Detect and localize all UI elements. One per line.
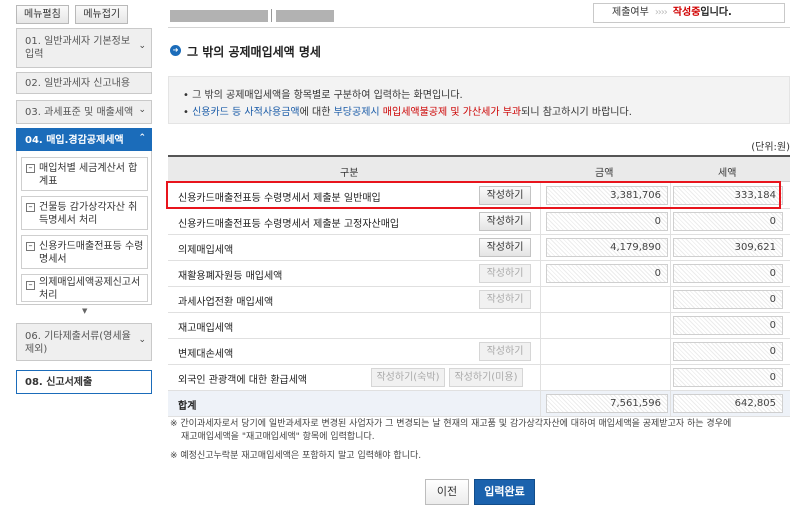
arrows-icon: ›››› — [654, 7, 668, 18]
minus-icon: – — [26, 281, 35, 290]
unit-label: (단위:원) — [751, 142, 790, 153]
sidebar-step-03[interactable]: 03. 과세표준 및 매출세액 ⌄ — [16, 100, 152, 124]
table-row: 신용카드매출전표등 수령명세서 제출분 고정자산매입 작성하기 0 0 — [168, 209, 790, 235]
sidebar-subitem-purchase-tax-invoice[interactable]: – 매입처별 세금계산서 합계표 — [21, 157, 148, 191]
footnote-1a: ※ 간이과세자로서 당기에 일반과세자로 변경된 사업자가 그 변경되는 날 현… — [170, 419, 732, 429]
deduction-table: 구분 금액 세액 신용카드매출전표등 수령명세서 제출분 일반매입 작성하기 3… — [168, 155, 790, 417]
page-title: 그 밖의 공제매입세액 명세 — [187, 45, 321, 59]
status-state: 작성중 — [672, 7, 701, 18]
column-divider — [670, 183, 671, 417]
sidebar-subitem-label: 의제매입세액공제신고서 처리 — [39, 277, 141, 301]
amount-field: 7,561,596 — [546, 394, 668, 413]
triangle-down-icon: ▼ — [82, 307, 88, 315]
table-row: 과세사업전환 매입세액 작성하기 0 — [168, 287, 790, 313]
footnote-2: ※ 예정신고누락분 재고매입세액은 포함하지 말고 입력해야 합니다. — [170, 451, 422, 461]
sidebar: 메뉴펼침 메뉴접기 01. 일반과세자 기본정보 입력 ⌄ 02. 일반과세자 … — [0, 0, 160, 530]
redacted-block — [170, 10, 268, 22]
write-beauty-button[interactable]: 작성하기(미용) — [449, 368, 523, 387]
notice-line-1: • 그 밖의 공제매입세액을 항목별로 구분하여 입력하는 화면입니다. — [183, 90, 463, 101]
sidebar-step-06[interactable]: 06. 기타제출서류(영세율 제외) ⌄ — [16, 323, 152, 361]
amount-field: 0 — [546, 212, 668, 231]
table-header: 구분 금액 세액 — [168, 157, 790, 182]
sidebar-subitem-credit-card[interactable]: – 신용카드매출전표등 수령명세서 — [21, 235, 148, 269]
sidebar-subitem-depreciable-assets[interactable]: – 건물등 감가상각자산 취득명세서 처리 — [21, 196, 148, 230]
header-amount: 금액 — [595, 168, 614, 179]
redacted-block — [276, 10, 334, 22]
sidebar-step-label: 01. 일반과세자 기본정보 입력 — [25, 36, 131, 60]
arrow-right-bullet-icon: ➜ — [170, 45, 181, 56]
sidebar-step-02[interactable]: 02. 일반과세자 신고내용 — [16, 72, 152, 94]
submission-status: 제출여부 ›››› 작성중입니다. — [593, 3, 785, 23]
row-label: 변제대손세액 — [178, 349, 234, 360]
table-row: 재활용폐자원등 매입세액 작성하기 0 0 — [168, 261, 790, 287]
divider — [168, 27, 790, 28]
table-row: 외국인 관광객에 대한 환급세액 작성하기(숙박) 작성하기(미용) 0 — [168, 365, 790, 391]
sidebar-step-04[interactable]: 04. 매입.경감공제세액 ⌃ — [16, 128, 152, 152]
menu-collapse-button[interactable]: 메뉴접기 — [75, 5, 129, 24]
prev-button[interactable]: 이전 — [425, 479, 469, 505]
write-lodging-button[interactable]: 작성하기(숙박) — [371, 368, 445, 387]
write-button[interactable]: 작성하기 — [479, 264, 531, 283]
sidebar-step-08[interactable]: 08. 신고서제출 — [16, 370, 152, 394]
tax-field: 0 — [673, 316, 783, 335]
tax-field: 642,805 — [673, 394, 783, 413]
chevron-down-icon: ⌄ — [138, 335, 146, 345]
write-button[interactable]: 작성하기 — [479, 238, 531, 257]
notice-line-2: • 신용카드 등 사적사용금액에 대한 부당공제시 매입세액불공제 및 가산세가… — [183, 107, 632, 118]
table-row-total: 합계 7,561,596 642,805 — [168, 391, 790, 417]
table-row: 변제대손세액 작성하기 0 — [168, 339, 790, 365]
input-complete-button[interactable]: 입력완료 — [474, 479, 535, 505]
table-row: 재고매입세액 0 — [168, 313, 790, 339]
sidebar-subitem-deemed-purchase[interactable]: – 의제매입세액공제신고서 처리 — [21, 274, 148, 302]
row-label: 재활용폐자원등 매입세액 — [178, 271, 283, 282]
chevron-down-icon: ⌄ — [138, 41, 146, 51]
menu-toggle-group: 메뉴펼침 메뉴접기 — [16, 5, 131, 24]
tax-field: 0 — [673, 342, 783, 361]
minus-icon: – — [26, 242, 35, 251]
header-tax: 세액 — [718, 168, 737, 179]
header-category: 구분 — [340, 168, 359, 179]
column-divider — [540, 183, 541, 417]
chevron-down-icon: ⌄ — [138, 105, 146, 115]
highlight-box — [166, 181, 781, 209]
tax-field: 0 — [673, 290, 783, 309]
sidebar-subpanel: – 매입처별 세금계산서 합계표 – 건물등 감가상각자산 취득명세서 처리 –… — [16, 151, 152, 305]
sidebar-step-label: 04. 매입.경감공제세액 — [25, 135, 124, 146]
sidebar-step-01[interactable]: 01. 일반과세자 기본정보 입력 ⌄ — [16, 28, 152, 68]
amount-field: 4,179,890 — [546, 238, 668, 257]
sidebar-subitem-label: 건물등 감가상각자산 취득명세서 처리 — [39, 202, 138, 226]
sidebar-step-label: 06. 기타제출서류(영세율 제외) — [25, 331, 131, 355]
write-button[interactable]: 작성하기 — [479, 342, 531, 361]
write-button[interactable]: 작성하기 — [479, 290, 531, 309]
notice-box: • 그 밖의 공제매입세액을 항목별로 구분하여 입력하는 화면입니다. • 신… — [168, 76, 790, 124]
minus-icon: – — [26, 164, 35, 173]
row-label: 외국인 관광객에 대한 환급세액 — [178, 375, 308, 386]
write-button[interactable]: 작성하기 — [479, 212, 531, 231]
row-label: 재고매입세액 — [178, 323, 234, 334]
chevron-up-icon: ⌃ — [138, 133, 146, 143]
tax-field: 0 — [673, 368, 783, 387]
tax-field: 309,621 — [673, 238, 783, 257]
sidebar-step-label: 02. 일반과세자 신고내용 — [25, 78, 131, 89]
sidebar-subitem-label: 매입처별 세금계산서 합계표 — [39, 163, 138, 187]
status-suffix: 입니다. — [700, 7, 732, 18]
table-row: 의제매입세액 작성하기 4,179,890 309,621 — [168, 235, 790, 261]
sidebar-step-label: 03. 과세표준 및 매출세액 — [25, 107, 134, 118]
minus-icon: – — [26, 203, 35, 212]
row-label: 과세사업전환 매입세액 — [178, 297, 274, 308]
sidebar-subitem-label: 신용카드매출전표등 수령명세서 — [39, 241, 144, 265]
row-label: 신용카드매출전표등 수령명세서 제출분 고정자산매입 — [178, 219, 400, 230]
sidebar-step-label: 08. 신고서제출 — [25, 377, 93, 388]
tax-field: 0 — [673, 264, 783, 283]
row-label: 합계 — [178, 401, 197, 412]
amount-field: 0 — [546, 264, 668, 283]
menu-expand-button[interactable]: 메뉴펼침 — [16, 5, 69, 24]
divider — [271, 9, 272, 22]
row-label: 의제매입세액 — [178, 245, 234, 256]
status-prefix: 제출여부 — [612, 7, 649, 18]
footnote-1b: 재고매입세액을 "재고매입세액" 항목에 입력합니다. — [181, 432, 375, 442]
tax-field: 0 — [673, 212, 783, 231]
